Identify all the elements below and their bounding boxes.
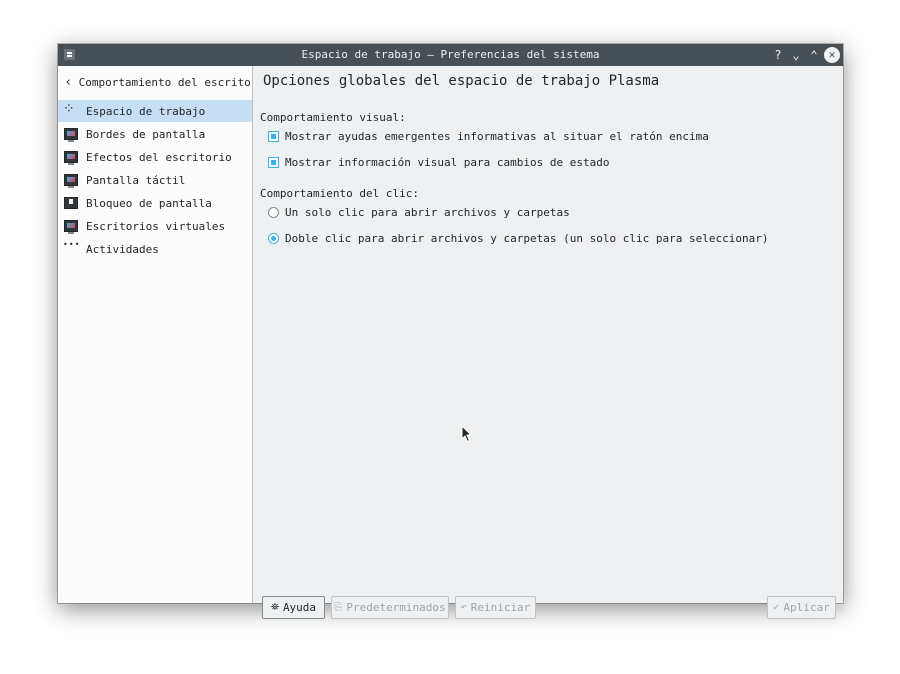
sidebar-item-label: Bordes de pantalla	[86, 127, 206, 141]
double-click-radio[interactable]: Doble clic para abrir archivos y carpeta…	[268, 230, 768, 246]
back-label: Comportamiento del escritor…	[78, 76, 252, 89]
checkbox-box[interactable]	[268, 156, 279, 168]
help-footer-label: Ayuda	[282, 601, 317, 614]
page-title: Opciones globales del espacio de trabajo…	[263, 73, 660, 89]
chevron-left-icon: ‹	[64, 75, 73, 90]
sidebar-item-screen-edges[interactable]: Bordes de pantalla	[58, 123, 252, 145]
sidebar-item-workspace[interactable]: Espacio de trabajo	[58, 100, 252, 122]
help-footer-button[interactable]: ⛯ Ayuda	[262, 596, 325, 619]
workspace-icon	[63, 101, 78, 117]
sidebar-item-screen-lock[interactable]: Bloqueo de pantalla	[58, 192, 252, 214]
click-behavior-label: Comportamiento del clic:	[260, 187, 419, 200]
undo-icon: ↶	[460, 602, 467, 613]
sidebar-item-virtual-desktops[interactable]: Escritorios virtuales	[58, 215, 252, 237]
apply-label: Aplicar	[783, 601, 830, 614]
touch-screen-icon	[64, 174, 78, 188]
sidebar-item-label: Bloqueo de pantalla	[86, 196, 212, 210]
screen-edges-icon	[64, 128, 78, 142]
checkbox-box[interactable]	[268, 130, 279, 142]
sidebar-item-label: Actividades	[86, 242, 159, 256]
minimize-button[interactable]: ⌄	[788, 47, 804, 63]
defaults-button[interactable]: ⎘ Predeterminados	[331, 596, 449, 619]
tooltips-checkbox[interactable]: Mostrar ayudas emergentes informativas a…	[268, 128, 709, 144]
system-settings-window: Espacio de trabajo — Preferencias del si…	[58, 44, 843, 619]
title-bar[interactable]: Espacio de trabajo — Preferencias del si…	[58, 44, 843, 66]
radio-circle[interactable]	[268, 206, 279, 218]
single-click-radio[interactable]: Un solo clic para abrir archivos y carpe…	[268, 204, 570, 220]
visual-behavior-label: Comportamiento visual:	[260, 111, 406, 124]
checkbox-label: Mostrar ayudas emergentes informativas a…	[285, 129, 709, 143]
close-button[interactable]: ✕	[824, 47, 840, 63]
defaults-icon: ⎘	[334, 602, 343, 613]
mouse-pointer-icon	[461, 425, 473, 443]
sidebar-item-touch-screen[interactable]: Pantalla táctil	[58, 169, 252, 191]
sidebar-item-activities[interactable]: Actividades	[58, 238, 252, 260]
settings-page: Opciones globales del espacio de trabajo…	[253, 66, 843, 619]
virtual-desktops-icon	[64, 220, 78, 234]
window-title: Espacio de trabajo — Preferencias del si…	[301, 48, 600, 61]
apply-button[interactable]: ✓ Aplicar	[767, 596, 836, 619]
sidebar-item-desktop-effects[interactable]: Efectos del escritorio	[58, 146, 252, 168]
help-button[interactable]: ?	[770, 47, 786, 63]
radio-circle[interactable]	[268, 232, 279, 244]
radio-label: Un solo clic para abrir archivos y carpe…	[285, 205, 570, 219]
status-feedback-checkbox[interactable]: Mostrar información visual para cambios …	[268, 154, 610, 170]
maximize-button[interactable]: ⌃	[806, 47, 822, 63]
desktop-effects-icon	[64, 151, 78, 165]
sidebar: ‹ Comportamiento del escritor… Espacio d…	[58, 66, 253, 603]
sidebar-item-label: Pantalla táctil	[86, 173, 186, 187]
reset-label: Reiniciar	[470, 601, 531, 614]
activities-icon	[63, 240, 80, 255]
back-to-parent-button[interactable]: ‹ Comportamiento del escritor…	[58, 66, 252, 99]
checkbox-label: Mostrar información visual para cambios …	[285, 155, 610, 169]
sidebar-item-label: Escritorios virtuales	[86, 219, 226, 233]
screen-lock-icon	[64, 197, 78, 209]
help-icon: ⛯	[270, 602, 279, 613]
sidebar-item-label: Espacio de trabajo	[86, 104, 206, 118]
reset-button[interactable]: ↶ Reiniciar	[455, 596, 536, 619]
sidebar-item-label: Efectos del escritorio	[86, 150, 232, 164]
check-icon: ✓	[773, 602, 780, 613]
radio-label: Doble clic para abrir archivos y carpeta…	[285, 231, 769, 245]
defaults-label: Predeterminados	[346, 601, 446, 614]
